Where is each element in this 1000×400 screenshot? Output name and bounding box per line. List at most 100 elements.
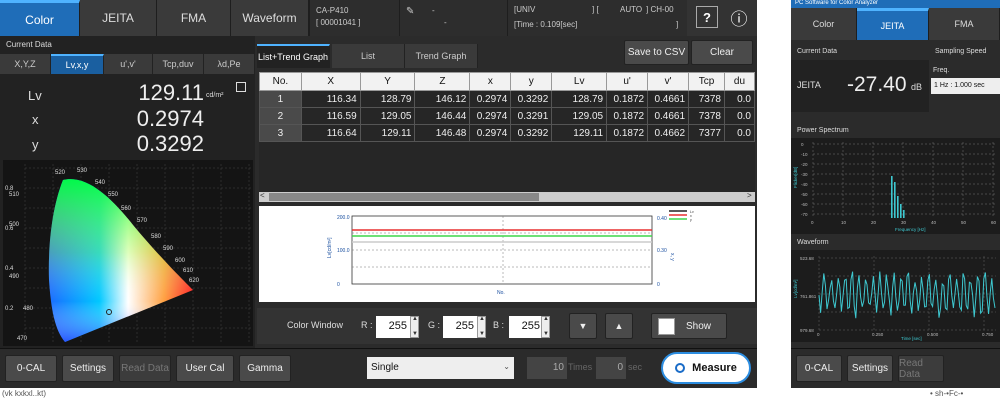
show-button[interactable]: Show	[651, 313, 727, 339]
table-cell: 7378	[688, 107, 725, 125]
save-csv-button[interactable]: Save to CSV	[624, 40, 689, 65]
table-cell: 7378	[688, 90, 725, 108]
x-value: 0.2974	[136, 106, 204, 131]
color-window-bar: Color Window R : 255 G : 255 B : 255 ▼ ▲…	[257, 308, 757, 344]
column-header[interactable]: Y	[359, 72, 416, 91]
wavelength-label: 490	[9, 274, 20, 280]
table-cell: 0.2974	[469, 107, 512, 125]
bottom-toolbar-2: 0-CAL Settings Read Data	[791, 348, 1000, 388]
trend-ylabel-right: x, y	[669, 253, 675, 261]
trend-left-tick: 200.0	[337, 215, 350, 221]
times-input[interactable]: 10	[527, 357, 567, 379]
tab-xyz[interactable]: X,Y,Z	[0, 54, 51, 74]
settings-button-2[interactable]: Settings	[847, 355, 893, 382]
tab2-fma[interactable]: FMA	[929, 8, 1000, 40]
wf-x-tick: 0.500	[927, 332, 939, 337]
r-stepper[interactable]	[410, 316, 419, 338]
mode-univ: [UNIV	[514, 5, 536, 14]
lv-label: Lv	[28, 88, 42, 103]
scrollbar-thumb[interactable]	[269, 193, 539, 201]
zero-cal-button-2[interactable]: 0-CAL	[796, 355, 842, 382]
column-header[interactable]: X	[300, 72, 361, 91]
down-button[interactable]: ▼	[569, 313, 597, 339]
freq-select[interactable]: 1 Hz : 1.000 sec	[931, 78, 1000, 94]
table-cell: 0.4661	[647, 107, 690, 125]
wavelength-label: 530	[77, 168, 88, 174]
table-row[interactable]: 1 116.34 128.79 146.12 0.2974 0.3292 128.79 0.1…	[259, 90, 755, 108]
tab2-color[interactable]: Color	[791, 8, 857, 40]
tab-list[interactable]: List	[332, 44, 405, 68]
expand-icon[interactable]	[236, 82, 246, 92]
column-header[interactable]: v'	[647, 72, 690, 91]
tab-color[interactable]: Color	[0, 0, 80, 36]
measure-mode-select[interactable]: Single ⌄	[367, 357, 514, 379]
top-bar: Color JEITA FMA Waveform CA-P410 [ 00001…	[0, 0, 757, 36]
ps-y-tick: -10	[801, 152, 808, 157]
table-cell: 0.1872	[606, 124, 649, 142]
trend-left-tick: 100.0	[337, 248, 350, 254]
wavelength-label: 470	[17, 336, 28, 342]
legend-label: y	[690, 218, 692, 222]
wf-y-tick: 761.861	[800, 294, 817, 299]
zero-cal-button[interactable]: 0-CAL	[5, 355, 57, 382]
r-input[interactable]: 255	[376, 316, 410, 338]
up-button[interactable]: ▲	[605, 313, 633, 339]
column-header[interactable]: du	[723, 72, 755, 91]
table-cell: 0.4661	[647, 90, 690, 108]
scroll-right-icon[interactable]: >	[747, 191, 752, 200]
table-cell: 129.05	[359, 107, 416, 125]
b-input[interactable]: 255	[509, 316, 543, 338]
table-row[interactable]: 3 116.64 129.11 146.48 0.2974 0.3292 129.11 0.1…	[259, 124, 755, 142]
tab-waveform[interactable]: Waveform	[231, 0, 309, 36]
gamma-button[interactable]: Gamma	[239, 355, 291, 382]
y-tick-label: 0.4	[5, 266, 14, 272]
tab-jeita[interactable]: JEITA	[80, 0, 157, 36]
clear-button[interactable]: Clear	[691, 40, 753, 65]
tab-uv[interactable]: u',v'	[104, 54, 153, 74]
probe-line1: -	[432, 6, 435, 15]
settings-button[interactable]: Settings	[62, 355, 114, 382]
ps-x-tick: 50	[961, 220, 967, 225]
user-cal-button[interactable]: User Cal	[176, 355, 234, 382]
scroll-left-icon[interactable]: <	[260, 191, 265, 200]
column-header[interactable]: Z	[414, 72, 471, 91]
column-header[interactable]: No.	[259, 72, 302, 91]
b-stepper[interactable]	[541, 316, 550, 338]
horizontal-scrollbar[interactable]: < >	[259, 191, 755, 202]
column-header[interactable]: u'	[606, 72, 649, 91]
read-data-button-2[interactable]: Read Data	[898, 355, 944, 382]
measure-label: Measure	[692, 362, 737, 374]
table-row[interactable]: 2 116.59 129.05 146.44 0.2974 0.3291 129.05 0.1…	[259, 107, 755, 125]
ps-bar	[897, 196, 899, 218]
help-button[interactable]: ?	[696, 6, 718, 28]
column-header[interactable]: Lv	[551, 72, 608, 91]
g-label: G :	[428, 320, 441, 330]
tab-trend-graph[interactable]: Trend Graph	[405, 44, 478, 68]
g-stepper[interactable]	[477, 316, 486, 338]
wavelength-label: 560	[121, 206, 132, 212]
column-header[interactable]: x	[469, 72, 512, 91]
column-header[interactable]: Tcp	[688, 72, 725, 91]
color-swatch	[658, 318, 675, 335]
g-input[interactable]: 255	[443, 316, 477, 338]
chevron-down-icon: ⌄	[503, 362, 510, 371]
interval-input[interactable]: 0	[596, 357, 626, 379]
ps-y-tick: -40	[801, 182, 808, 187]
tab-tcp-duv[interactable]: Tcp,duv	[153, 54, 204, 74]
tab-fma[interactable]: FMA	[157, 0, 231, 36]
jeita-label: JEITA	[797, 80, 821, 90]
wavelength-label: 620	[189, 278, 200, 284]
column-header[interactable]: y	[510, 72, 553, 91]
b-label: B :	[493, 320, 505, 330]
tab-lvxy[interactable]: Lv,x,y	[51, 54, 104, 74]
x-label: x	[32, 112, 39, 127]
color-window-label: Color Window	[287, 320, 344, 330]
power-spectrum-chart: 0-10-20-30-40-50-60-700 10 20 30 40 50 60 Flic…	[791, 138, 1000, 234]
info-button[interactable]: ⓘ	[728, 6, 750, 29]
tab2-jeita[interactable]: JEITA	[857, 8, 929, 40]
measure-button[interactable]: Measure	[661, 352, 751, 384]
probe-line2: -	[444, 18, 447, 27]
tab-lambda-pe[interactable]: λd,Pe	[204, 54, 255, 74]
tab-list-trend[interactable]: List+Trend Graph	[257, 44, 330, 68]
read-data-button[interactable]: Read Data	[119, 355, 171, 382]
